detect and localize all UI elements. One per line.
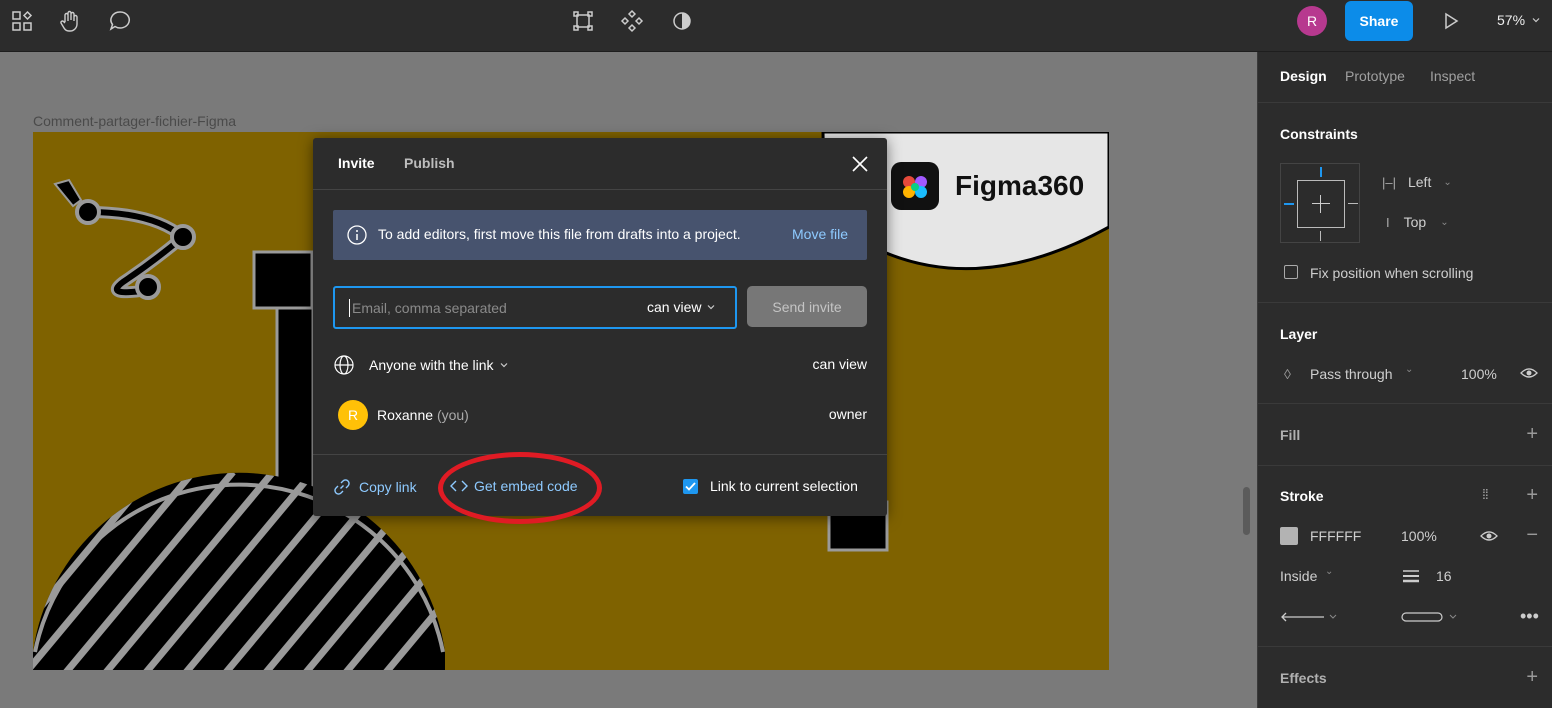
fix-position-checkbox-box[interactable] xyxy=(1284,265,1298,279)
chevron-down-icon: ⌄ xyxy=(1325,566,1334,577)
constraints-widget[interactable] xyxy=(1280,163,1360,243)
vertical-constraint-select[interactable]: I Top ⌄ xyxy=(1386,214,1449,230)
main-menu-icon[interactable] xyxy=(9,8,35,34)
layer-section: Layer ◊ Pass through ⌄ 100% xyxy=(1258,303,1552,404)
tab-publish[interactable]: Publish xyxy=(404,155,455,171)
more-options-icon[interactable]: ••• xyxy=(1520,606,1539,627)
share-button[interactable]: Share xyxy=(1345,1,1413,41)
logo-text: Figma360 xyxy=(955,170,1085,201)
invite-permission-select[interactable]: can view xyxy=(647,299,716,315)
layer-title: Layer xyxy=(1280,326,1318,342)
link-selection-label: Link to current selection xyxy=(710,478,858,494)
top-toolbar: R Share 57% xyxy=(0,0,1552,52)
stroke-position-select[interactable]: Inside xyxy=(1280,568,1317,584)
add-fill-icon[interactable]: + xyxy=(1526,424,1538,444)
close-icon[interactable] xyxy=(849,153,871,175)
link-access-row: Anyone with the link can view xyxy=(333,350,867,380)
constraints-title: Constraints xyxy=(1280,126,1358,142)
horizontal-constraint-select[interactable]: |–| Left ⌄ xyxy=(1382,174,1452,190)
stroke-start-cap-select[interactable] xyxy=(1280,610,1340,624)
info-banner: To add editors, first move this file fro… xyxy=(333,210,867,260)
collaborator-row: R Roxanne (you) owner xyxy=(333,400,867,430)
stroke-section: Stroke ⁞⁞ + FFFFFF 100% − Inside ⌄ 16 ••… xyxy=(1258,466,1552,647)
checkmark-icon xyxy=(685,482,696,491)
horizontal-constraint-value: Left xyxy=(1407,174,1432,190)
banner-text: To add editors, first move this file fro… xyxy=(378,226,741,242)
add-effect-icon[interactable]: + xyxy=(1526,667,1538,687)
user-avatar[interactable]: R xyxy=(1297,6,1327,36)
contrast-icon[interactable] xyxy=(669,8,695,34)
remove-stroke-icon[interactable]: − xyxy=(1526,525,1538,545)
panel-tabs: Design Prototype Inspect xyxy=(1258,52,1552,103)
chevron-down-icon: ⌄ xyxy=(1443,176,1452,188)
move-file-link[interactable]: Move file xyxy=(792,226,848,242)
dialog-tabs: Invite Publish xyxy=(313,138,887,190)
constraints-section: Constraints |–| Left ⌄ I Top ⌄ Fix posit… xyxy=(1258,103,1552,303)
frame-icon[interactable] xyxy=(570,8,596,34)
link-access-select[interactable]: Anyone with the link xyxy=(369,357,509,373)
layer-opacity[interactable]: 100% xyxy=(1461,366,1497,382)
stroke-weight[interactable]: 16 xyxy=(1436,568,1452,584)
chevron-down-icon xyxy=(708,305,715,310)
blend-mode-icon: ◊ xyxy=(1284,366,1291,382)
eye-icon[interactable] xyxy=(1520,366,1538,380)
vertical-constraint-icon: I xyxy=(1386,214,1390,230)
link-icon xyxy=(334,479,350,495)
components-icon[interactable] xyxy=(619,8,645,34)
info-icon xyxy=(347,225,367,245)
stroke-weight-icon xyxy=(1403,570,1419,583)
frame-label[interactable]: Comment-partager-fichier-Figma xyxy=(33,113,236,129)
link-permission[interactable]: can view xyxy=(813,356,867,372)
link-access-value: Anyone with the link xyxy=(369,357,494,373)
chevron-down-icon: ⌄ xyxy=(1405,364,1414,375)
fill-title: Fill xyxy=(1280,427,1301,443)
blend-mode-select[interactable]: Pass through xyxy=(1310,366,1393,382)
invite-permission-value: can view xyxy=(647,299,702,315)
hand-tool-icon[interactable] xyxy=(57,8,83,34)
collaborator-you-tag: (you) xyxy=(436,407,469,423)
canvas-scrollbar[interactable] xyxy=(1243,487,1250,535)
email-input[interactable] xyxy=(349,299,619,317)
copy-link-button[interactable]: Copy link xyxy=(333,478,417,496)
effects-section: Effects + xyxy=(1258,647,1552,708)
stroke-opacity[interactable]: 100% xyxy=(1401,528,1437,544)
stroke-end-cap-select[interactable] xyxy=(1400,610,1460,624)
invite-email-box: can view xyxy=(333,286,737,329)
copy-link-label: Copy link xyxy=(359,479,417,495)
effects-title: Effects xyxy=(1280,670,1327,686)
add-stroke-icon[interactable]: + xyxy=(1526,485,1538,505)
stroke-color-swatch[interactable] xyxy=(1280,527,1298,545)
chevron-down-icon xyxy=(500,363,507,368)
collaborator-name: Roxanne xyxy=(377,407,434,423)
tab-inspect[interactable]: Inspect xyxy=(1430,68,1475,84)
chevron-down-icon: ⌄ xyxy=(1440,216,1449,228)
link-selection-checkbox[interactable] xyxy=(683,479,698,494)
tab-design[interactable]: Design xyxy=(1280,68,1327,84)
properties-panel: Design Prototype Inspect Constraints |–|… xyxy=(1257,52,1552,708)
tab-invite[interactable]: Invite xyxy=(338,155,375,171)
collaborator-role: owner xyxy=(828,406,867,422)
eye-icon[interactable] xyxy=(1480,529,1498,543)
collaborator-avatar: R xyxy=(338,400,368,430)
fill-section: Fill + xyxy=(1258,404,1552,466)
stroke-style-grid-icon[interactable]: ⁞⁞ xyxy=(1482,486,1489,502)
zoom-dropdown[interactable]: 57% xyxy=(1497,12,1541,28)
highlight-annotation xyxy=(438,452,602,524)
stroke-color-hex[interactable]: FFFFFF xyxy=(1310,528,1361,544)
comment-tool-icon[interactable] xyxy=(107,8,133,34)
present-play-icon[interactable] xyxy=(1437,8,1463,34)
tab-prototype[interactable]: Prototype xyxy=(1345,68,1405,84)
zoom-level: 57% xyxy=(1497,12,1526,28)
fix-position-label: Fix position when scrolling xyxy=(1310,265,1474,281)
chevron-down-icon xyxy=(1532,18,1540,23)
send-invite-button[interactable]: Send invite xyxy=(747,286,867,327)
horizontal-constraint-icon: |–| xyxy=(1382,174,1396,190)
vertical-constraint-value: Top xyxy=(1403,214,1427,230)
globe-icon xyxy=(334,355,354,375)
stroke-title: Stroke xyxy=(1280,488,1324,504)
share-dialog: Invite Publish To add editors, first mov… xyxy=(313,138,887,516)
